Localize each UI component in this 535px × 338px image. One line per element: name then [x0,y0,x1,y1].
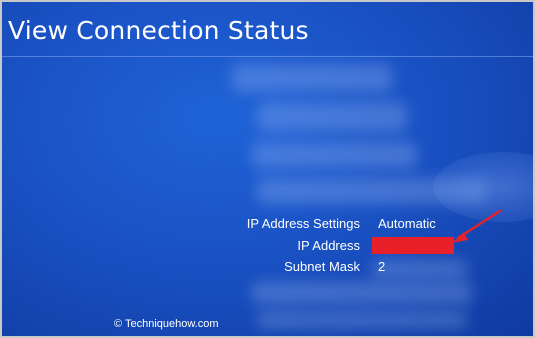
blurred-row [257,102,407,132]
subnet-mask-label: Subnet Mask [284,259,360,274]
page-title: View Connection Status [8,16,309,45]
ip-settings-label: IP Address Settings [246,216,360,231]
ip-address-label: IP Address [297,238,360,253]
blurred-row [252,282,472,304]
blurred-row [252,142,417,168]
watermark-text: © Techniquehow.com [114,318,219,330]
blurred-row [232,64,392,92]
title-divider [2,56,533,57]
connection-status-screen: View Connection Status IP Address Settin… [0,0,535,338]
blurred-row [257,312,467,328]
ip-settings-value: Automatic [378,216,436,231]
subnet-mask-value: 2 [378,259,386,274]
blurred-row [372,260,467,278]
annotation-arrow-icon [452,209,502,243]
